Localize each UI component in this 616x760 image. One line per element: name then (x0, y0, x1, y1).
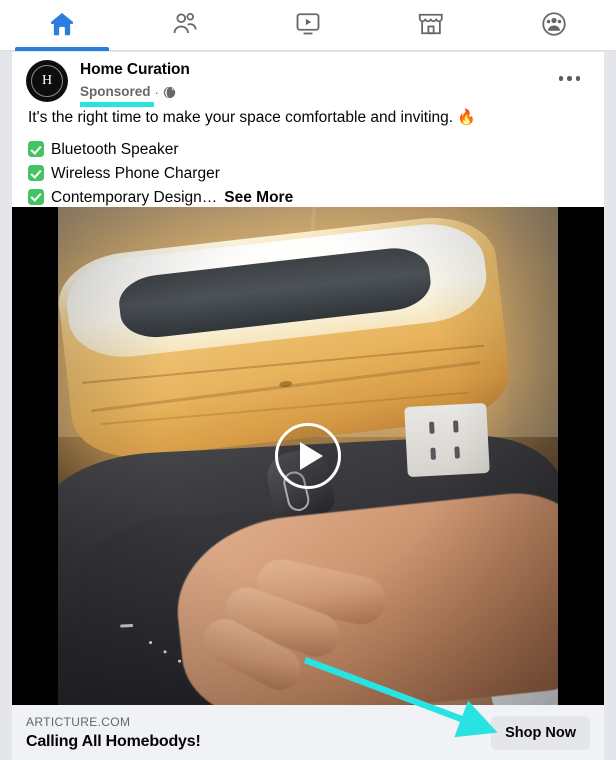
video-player[interactable] (12, 207, 604, 705)
three-dots-icon (558, 76, 563, 81)
nav-tab-friends[interactable] (123, 0, 246, 51)
watch-icon (293, 9, 323, 39)
post-copy: It's the right time to make your space c… (28, 108, 588, 128)
top-navigation-bar (0, 0, 616, 51)
marketplace-icon (416, 9, 446, 39)
facebook-feed-screen: H Home Curation Sponsored · It's the rig… (0, 0, 616, 760)
groups-icon (539, 9, 569, 39)
play-icon (299, 442, 323, 470)
bullet-label: Bluetooth Speaker (51, 141, 179, 159)
check-icon (28, 141, 44, 158)
post-menu-button[interactable] (553, 70, 587, 87)
cta-bar: ARTICTURE.COM Calling All Homebodys! Sho… (12, 705, 604, 760)
check-icon (28, 165, 44, 181)
meta-separator: · (154, 84, 159, 100)
list-item: Wireless Phone Charger (28, 162, 588, 186)
cta-domain: ARTICTURE.COM (26, 714, 131, 729)
play-button[interactable] (275, 423, 341, 489)
sponsored-label-wrap: Sponsored (80, 83, 154, 107)
active-tab-indicator (14, 47, 109, 51)
list-item: Bluetooth Speaker (28, 138, 588, 162)
fire-emoji: 🔥 (457, 109, 477, 126)
shop-now-button[interactable]: Shop Now (491, 715, 590, 750)
list-item: Contemporary Design… See More (28, 186, 588, 210)
avatar[interactable]: H (26, 60, 68, 102)
nav-tab-groups[interactable] (493, 0, 616, 51)
nav-tab-home[interactable] (0, 0, 123, 51)
nav-tab-marketplace[interactable] (370, 0, 493, 51)
sponsored-highlight (80, 102, 154, 107)
bullet-label: Wireless Phone Charger (51, 165, 220, 182)
page-name[interactable]: Home Curation (80, 61, 190, 79)
post-body: It's the right time to make your space c… (12, 108, 604, 209)
post-copy-text: It's the right time to make your space c… (28, 109, 454, 126)
see-more-link[interactable]: See More (224, 186, 293, 210)
check-icon (28, 188, 44, 205)
sponsored-label[interactable]: Sponsored (80, 84, 151, 99)
cta-headline[interactable]: Calling All Homebodys! (26, 733, 201, 751)
globe-icon (163, 86, 176, 99)
post-header: H Home Curation Sponsored · (12, 52, 604, 108)
cta-text-group: ARTICTURE.COM Calling All Homebodys! (26, 715, 201, 751)
video-scene-outlet (404, 402, 490, 478)
sponsored-post-card: H Home Curation Sponsored · It's the rig… (12, 52, 604, 760)
home-icon (47, 9, 77, 39)
sponsored-meta-row: Sponsored · (80, 83, 176, 107)
avatar-initial: H (31, 65, 63, 97)
bullet-label: Contemporary Design… (51, 188, 218, 206)
nav-tab-watch[interactable] (246, 0, 369, 51)
friends-icon (170, 9, 200, 39)
